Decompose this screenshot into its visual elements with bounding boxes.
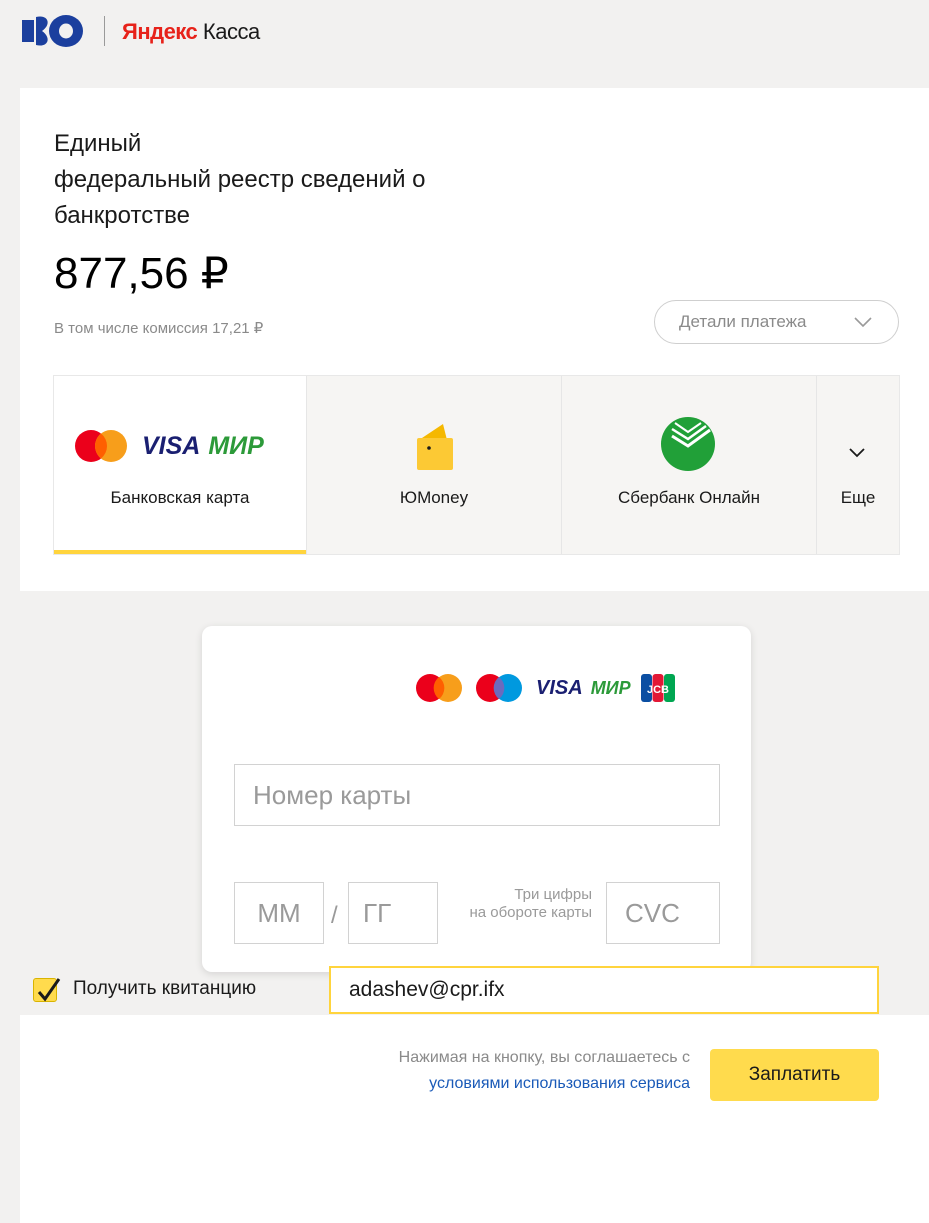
yandex-kassa-logo: Яндекс Касса [122, 19, 260, 45]
payment-details-label: Детали платежа [679, 312, 807, 331]
expiry-year-input[interactable] [348, 882, 438, 944]
logo-product: Касса [202, 19, 260, 44]
terms-text: Нажимая на кнопку, вы соглашаетесь с [398, 1049, 690, 1066]
chevron-down-icon [849, 448, 865, 458]
mastercard-icon [416, 674, 462, 702]
cvc-hint-line2: на обороте карты [469, 904, 592, 921]
jcb-icon: JCB [640, 674, 675, 702]
terms-link[interactable]: условиями использования сервиса [240, 1071, 690, 1097]
mastercard-icon [75, 430, 127, 462]
receipt-checkbox[interactable] [33, 978, 61, 1002]
visa-logo: VISA [536, 676, 583, 699]
mir-logo: МИР [590, 677, 631, 698]
card-brands-row: VISA МИР [74, 428, 264, 464]
email-input[interactable] [329, 966, 879, 1014]
mir-logo: МИР [208, 431, 264, 460]
tab-yumoney[interactable]: ЮMoney [307, 376, 562, 554]
terms-notice: Нажимая на кнопку, вы соглашаетесь с усл… [240, 1045, 690, 1097]
receipt-checkbox-label: Получить квитанцию [73, 978, 257, 999]
tab-bank-card[interactable]: VISA МИР Банковская карта [54, 376, 307, 554]
card-number-input[interactable] [234, 764, 720, 826]
payment-methods-tabs: VISA МИР Банковская карта ЮMoney Сбербан… [53, 375, 900, 555]
logo-divider [104, 16, 105, 46]
merchant-name-line3: банкротстве [54, 202, 191, 229]
tab-bank-card-label: Банковская карта [110, 488, 250, 507]
jcb-text: JCB [647, 684, 669, 696]
sberbank-icon [661, 417, 715, 471]
cvc-hint-line1: Три цифры [514, 886, 592, 903]
visa-logo: VISA [142, 431, 201, 460]
wallet-icon [417, 424, 453, 470]
tab-sberbank-online[interactable]: Сбербанк Онлайн [562, 376, 817, 554]
checkmark-icon [37, 978, 61, 1002]
tab-yumoney-label: ЮMoney [399, 488, 469, 507]
tab-sberbank-label: Сбербанк Онлайн [618, 488, 760, 507]
merchant-name-line2: федеральный реестр сведений о [54, 166, 426, 193]
cvc-hint: Три цифры на обороте карты [446, 886, 592, 922]
tab-more[interactable]: Еще [817, 376, 899, 554]
pay-button[interactable]: Заплатить [710, 1049, 879, 1101]
expiry-month-input[interactable] [234, 882, 324, 944]
payment-details-button[interactable]: Детали платежа [654, 300, 899, 344]
merchant-name-line1: Единый [54, 130, 142, 157]
logo-brand: Яндекс [122, 19, 198, 44]
payment-amount: 877,56 ₽ [54, 249, 229, 298]
maestro-icon [476, 674, 522, 702]
expiry-separator: / [331, 902, 338, 929]
accepted-cards: VISA МИР JCB [414, 672, 675, 704]
card-form: VISA МИР JCB / Три цифры на обороте карт… [202, 626, 751, 972]
card-form-area: VISA МИР JCB / Три цифры на обороте карт… [20, 591, 929, 1015]
cvc-input[interactable] [606, 882, 720, 944]
receipt-row: Получить квитанцию [33, 966, 883, 1014]
commission-text: В том числе комиссия 17,21 ₽ [54, 320, 264, 337]
yumoney-logo-icon [22, 15, 83, 47]
header: Яндекс Касса [0, 0, 929, 88]
merchant-name: Единый федеральный реестр сведений о бан… [54, 126, 574, 234]
chevron-down-icon [854, 317, 872, 328]
tab-more-label: Еще [840, 488, 876, 507]
